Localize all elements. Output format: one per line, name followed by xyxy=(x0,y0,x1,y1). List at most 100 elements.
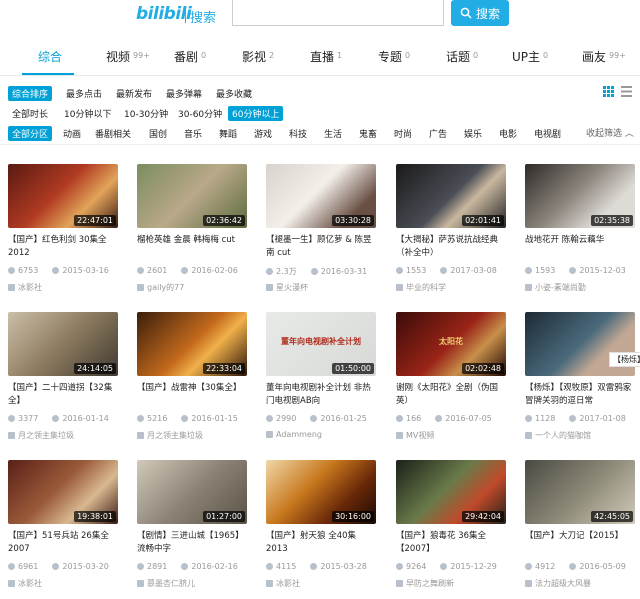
search-input[interactable] xyxy=(232,0,444,26)
filter-sort-default[interactable]: 综合排序 xyxy=(8,86,53,101)
tab-label: 话题 xyxy=(446,50,471,64)
video-thumbnail[interactable]: 30:16:00 xyxy=(266,460,376,524)
video-thumbnail[interactable]: 19:38:01 xyxy=(8,460,118,524)
video-title[interactable]: 战地花开 陈翰云藕华 xyxy=(525,234,635,260)
play-count: 9264 xyxy=(406,562,427,571)
filter-zone-music[interactable]: 音乐 xyxy=(180,126,206,141)
video-thumbnail[interactable]: 42:45:05 xyxy=(525,460,635,524)
filter-zone-anime[interactable]: 动画 xyxy=(59,126,85,141)
uploader[interactable]: 冰影社 xyxy=(8,282,42,293)
tab-video[interactable]: 视频 99+ xyxy=(106,48,150,65)
filter-sort-newest[interactable]: 最新发布 xyxy=(112,86,156,101)
filter-zone-life[interactable]: 生活 xyxy=(320,126,346,141)
uploader[interactable]: 一个人的猫咖馆 xyxy=(525,430,591,441)
active-tab-indicator xyxy=(22,73,74,75)
filter-zone-kichiku[interactable]: 鬼畜 xyxy=(355,126,381,141)
video-title[interactable]: 【大揭秘】萨苏说抗战经典（补全中） xyxy=(396,234,506,260)
filter-zone-bangumi[interactable]: 番剧相关 xyxy=(91,126,135,141)
video-title[interactable]: 【国产】射天狼 全40集 2013 xyxy=(266,530,376,556)
filter-zone-guochuang[interactable]: 国创 xyxy=(145,126,171,141)
filter-sort-favorites[interactable]: 最多收藏 xyxy=(212,86,256,101)
video-meta: 2601 2016-02-06 xyxy=(137,266,252,275)
tab-artist[interactable]: 画友 99+ xyxy=(582,48,626,65)
video-thumbnail[interactable]: 24:14:05 xyxy=(8,312,118,376)
video-thumbnail[interactable]: 03:30:28 xyxy=(266,164,376,228)
video-thumbnail[interactable]: 02:35:38 xyxy=(525,164,635,228)
uploader[interactable]: 月之领主集垃圾 xyxy=(8,430,74,441)
filter-zone-tv[interactable]: 电视剧 xyxy=(530,126,565,141)
filter-zone-ent[interactable]: 娱乐 xyxy=(460,126,486,141)
video-title[interactable]: 【褪墨一生】顾亿萝 & 陈昱南 cut xyxy=(266,234,376,260)
video-title[interactable]: 谢刚《太阳花》全剧（伪国英） xyxy=(396,382,506,408)
filter-sort-danmaku[interactable]: 最多弹幕 xyxy=(162,86,206,101)
tab-topic[interactable]: 话题 0 xyxy=(446,48,478,65)
video-title[interactable]: 【国产】狼毒花 36集全【2007】 xyxy=(396,530,506,556)
upload-date: 2017-01-08 xyxy=(579,414,626,423)
tab-live[interactable]: 直播 1 xyxy=(310,48,342,65)
video-thumbnail[interactable]: 太阳花 02:02:48 xyxy=(396,312,506,376)
uploader[interactable]: 冰影社 xyxy=(8,578,42,589)
video-thumbnail[interactable]: 02:01:41 xyxy=(396,164,506,228)
uploader[interactable]: Adammeng xyxy=(266,430,322,439)
video-thumbnail[interactable]: 01:27:00 xyxy=(137,460,247,524)
uploader[interactable]: 毕业的科学 xyxy=(396,282,446,293)
duration-badge: 03:30:28 xyxy=(332,215,374,226)
filter-sort-clicks[interactable]: 最多点击 xyxy=(62,86,106,101)
chevron-up-icon: ︿ xyxy=(624,129,634,139)
uploader[interactable]: 慕墨杏仁脐儿 xyxy=(137,578,195,589)
uploader[interactable]: 小姿-素端尚勤 xyxy=(525,282,586,293)
upload-date: 2016-05-09 xyxy=(579,562,626,571)
filter-duration-all[interactable]: 全部时长 xyxy=(8,106,52,121)
video-title[interactable]: 【杨烁】【观牧原】双雷鸦家 冒牌关羽的逗日常 xyxy=(525,382,635,408)
video-title[interactable]: 【国产】红色利剑 30集全 2012 xyxy=(8,234,118,260)
filter-zone-all[interactable]: 全部分区 xyxy=(8,126,53,141)
uploader[interactable]: 星火漫杯 xyxy=(266,282,308,293)
video-title[interactable]: 【国产】战雷神【30集全】 xyxy=(137,382,247,408)
bilibili-logo[interactable]: bilibili xyxy=(136,4,192,24)
filter-zone-tech[interactable]: 科技 xyxy=(285,126,311,141)
filter-zone-ads[interactable]: 广告 xyxy=(425,126,451,141)
video-title[interactable]: 【国产】二十四道拐【32集全】 xyxy=(8,382,118,408)
video-title[interactable]: 【剧情】三进山城【1965】流畅中字 xyxy=(137,530,247,556)
uploader[interactable]: 早防之舞刷新 xyxy=(396,578,454,589)
video-thumbnail[interactable]: 29:42:04 xyxy=(396,460,506,524)
video-thumbnail[interactable]: 02:36:42 xyxy=(137,164,247,228)
uploader[interactable]: 冰影社 xyxy=(266,578,300,589)
view-toggle-icons[interactable] xyxy=(603,86,633,98)
uploader[interactable]: 法力超级大风暴 xyxy=(525,578,591,589)
tab-uploader[interactable]: UP主 0 xyxy=(512,48,548,65)
tab-movie[interactable]: 影视 2 xyxy=(242,48,274,65)
uploader[interactable]: gaily的77 xyxy=(137,282,184,293)
filter-zone-dance[interactable]: 舞蹈 xyxy=(215,126,241,141)
search-button[interactable]: 搜索 xyxy=(451,0,509,26)
filter-duration-30-60[interactable]: 30-60分钟 xyxy=(174,106,226,121)
uploader[interactable]: 月之领主集垃圾 xyxy=(137,430,203,441)
clock-icon xyxy=(52,563,60,570)
filter-duration-over60[interactable]: 60分钟以上 xyxy=(228,106,284,121)
video-thumbnail[interactable]: 22:33:04 xyxy=(137,312,247,376)
user-icon xyxy=(8,580,15,587)
duration-badge: 02:01:41 xyxy=(462,215,504,226)
filter-zone-game[interactable]: 游戏 xyxy=(250,126,276,141)
collapse-filter-button[interactable]: 收起筛选 ︿ xyxy=(586,126,634,139)
video-title[interactable]: 榴枪英雄 金晨 韩梅梅 cut xyxy=(137,234,247,260)
video-thumbnail[interactable]: 22:47:01 xyxy=(8,164,118,228)
tab-special[interactable]: 专题 0 xyxy=(378,48,410,65)
filter-duration-under10[interactable]: 10分钟以下 xyxy=(60,106,115,121)
video-thumbnail[interactable]: 董年向电视剧补全计划 01:50:00 xyxy=(266,312,376,376)
tab-bangumi[interactable]: 番剧 0 xyxy=(174,48,206,65)
filter-duration-10-30[interactable]: 10-30分钟 xyxy=(120,106,172,121)
clock-icon xyxy=(569,415,577,422)
video-title[interactable]: 董年向电视剧补全计划 非热门电视剧AB向 xyxy=(266,382,376,408)
uploader-name: 慕墨杏仁脐儿 xyxy=(147,579,195,588)
filter-zone-fashion[interactable]: 时尚 xyxy=(390,126,416,141)
tab-all[interactable]: 综合 xyxy=(38,48,62,65)
uploader-name: gaily的77 xyxy=(147,283,185,292)
filter-zone-movie[interactable]: 电影 xyxy=(495,126,521,141)
uploader[interactable]: MV视频 xyxy=(396,430,434,441)
video-title[interactable]: 【国产】大刀记【2015】 xyxy=(525,530,635,556)
divider xyxy=(0,144,640,145)
video-title[interactable]: 【国产】51号兵站 26集全 2007 xyxy=(8,530,118,556)
play-count-icon xyxy=(396,563,403,570)
duration-badge: 29:42:04 xyxy=(462,511,504,522)
